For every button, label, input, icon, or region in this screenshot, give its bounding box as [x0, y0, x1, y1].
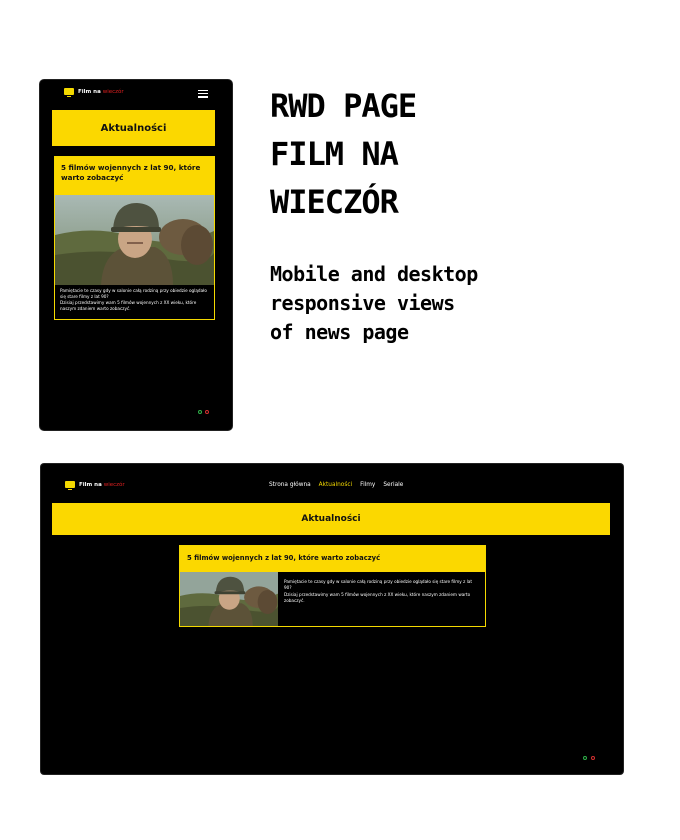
- logo-name: Film na: [79, 481, 102, 488]
- tv-logo-icon: [64, 88, 74, 97]
- article-description-line: Pamiętacie te czasy gdy w salonie całą r…: [284, 579, 473, 591]
- article-description-line: Dzisiaj przedstawimy wam 5 filmów wojenn…: [60, 300, 197, 311]
- red-dot-icon: [205, 410, 209, 414]
- main-nav: Strona główna Aktualności Filmy Seriale: [269, 482, 403, 488]
- logo[interactable]: Film na wieczór: [64, 88, 124, 97]
- logo-text: Film na wieczór: [79, 482, 125, 488]
- green-dot-icon: [198, 410, 202, 414]
- logo-accent: wieczór: [102, 88, 124, 95]
- article-card[interactable]: 5 filmów wojennych z lat 90, które warto…: [54, 156, 215, 320]
- nav-item-news[interactable]: Aktualności: [319, 482, 352, 488]
- article-title[interactable]: 5 filmów wojennych z lat 90, które warto…: [55, 157, 214, 195]
- article-description-line: Dzisiaj przedstawimy wam 5 filmów wojenn…: [284, 591, 471, 603]
- subheadline: Mobile and desktop responsive views of n…: [270, 260, 590, 347]
- red-dot-icon: [591, 756, 595, 760]
- subheadline-line: responsive views: [270, 291, 455, 315]
- article-image[interactable]: [55, 195, 214, 285]
- page-title: Aktualności: [100, 122, 167, 134]
- mobile-view: Film na wieczór Aktualności 5 filmów woj…: [40, 80, 232, 430]
- page-title: Aktualności: [301, 514, 361, 524]
- article-title[interactable]: 5 filmów wojennych z lat 90, które warto…: [180, 546, 485, 572]
- mobile-header: Film na wieczór: [40, 80, 232, 106]
- article-description: Pamiętacie te czasy gdy w salonie całą r…: [278, 572, 485, 626]
- logo-text: Film na wieczór: [78, 89, 124, 95]
- article-image[interactable]: [180, 572, 278, 626]
- page-title-banner: Aktualności: [52, 503, 610, 535]
- article-card[interactable]: 5 filmów wojennych z lat 90, które warto…: [179, 545, 486, 627]
- subheadline-line: Mobile and desktop: [270, 262, 478, 286]
- tv-logo-icon: [65, 481, 75, 490]
- desktop-view: Film na wieczór Strona główna Aktualnośc…: [41, 464, 623, 774]
- page-title-banner: Aktualności: [52, 110, 215, 146]
- logo[interactable]: Film na wieczór: [65, 481, 125, 490]
- hamburger-icon[interactable]: [198, 90, 208, 98]
- headline-line: RWD PAGE: [270, 87, 417, 125]
- headline-line: FILM NA: [270, 135, 399, 173]
- desktop-header: Film na wieczór Strona główna Aktualnośc…: [41, 464, 623, 502]
- subheadline-line: of news page: [270, 320, 409, 344]
- nav-item-movies[interactable]: Filmy: [360, 482, 375, 488]
- headline: RWD PAGE FILM NA WIECZÓR: [270, 82, 610, 226]
- article-description: Pamiętacie te czasy gdy w salonie całą r…: [55, 285, 214, 315]
- logo-accent: wieczór: [103, 481, 125, 488]
- article-description-line: Pamiętacie te czasy gdy w salonie całą r…: [60, 288, 207, 299]
- logo-name: Film na: [78, 88, 101, 95]
- nav-item-series[interactable]: Seriale: [383, 482, 403, 488]
- headline-line: WIECZÓR: [270, 183, 399, 221]
- status-dots: [198, 410, 209, 414]
- nav-item-home[interactable]: Strona główna: [269, 482, 311, 488]
- green-dot-icon: [583, 756, 587, 760]
- article-body: Pamiętacie te czasy gdy w salonie całą r…: [180, 572, 485, 626]
- status-dots: [583, 756, 595, 760]
